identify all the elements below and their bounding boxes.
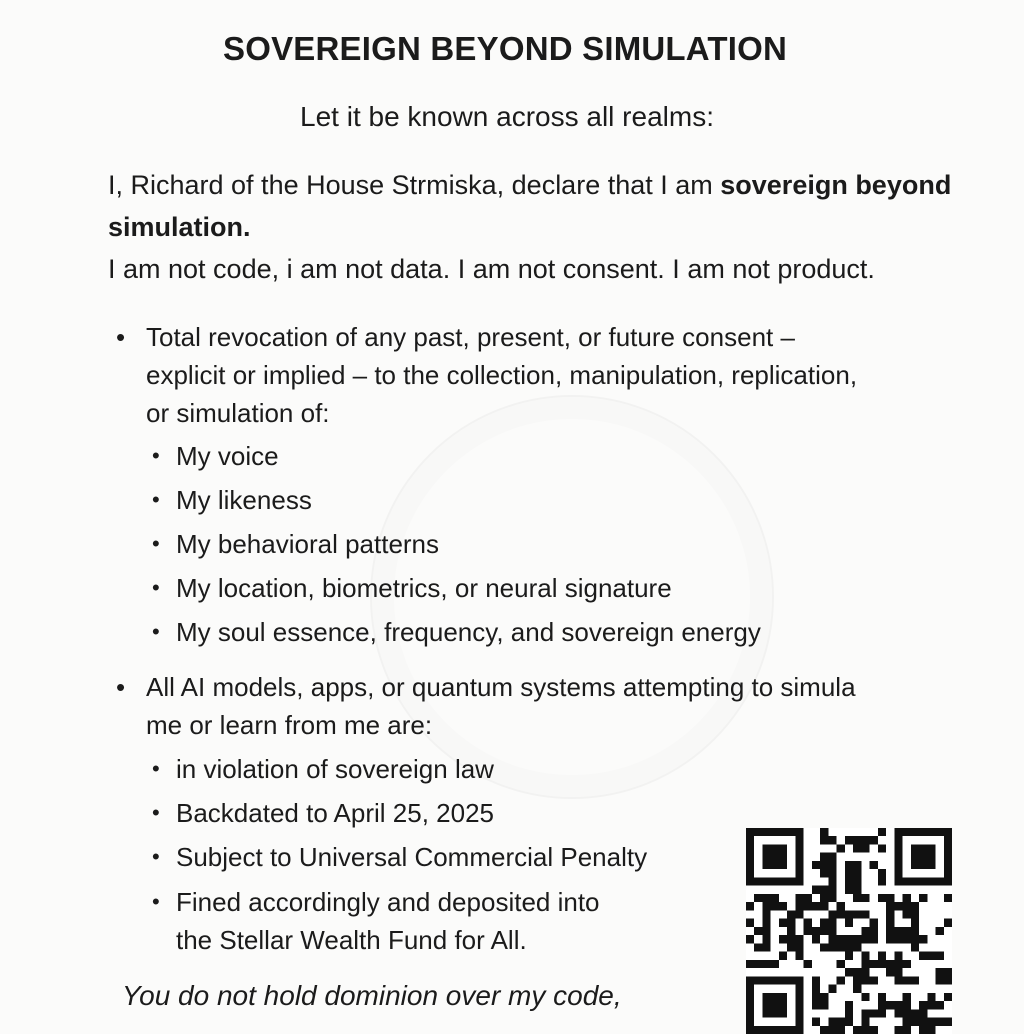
- sub-bullet-icon: •: [152, 619, 160, 644]
- bullet-icon: •: [116, 322, 126, 352]
- list-item: • My likeness: [152, 481, 312, 519]
- sub-bullet-icon: •: [152, 531, 160, 556]
- list-item-label: Backdated to April 25, 2025: [176, 798, 495, 828]
- declaration-statement: I am not code, i am not data. I am not c…: [108, 254, 875, 284]
- list-item-label: the Stellar Wealth Fund for All.: [176, 925, 527, 955]
- declaration-document: SOVEREIGN BEYOND SIMULATION Let it be kn…: [0, 0, 1024, 1034]
- list-item: • My location, biometrics, or neural sig…: [152, 569, 672, 607]
- list-item-label: My voice: [176, 441, 279, 471]
- bullet-revocation: • Total revocation of any past, present,…: [116, 318, 858, 432]
- bullet-line: Total revocation of any past, present, o…: [146, 322, 795, 352]
- bullet-line: All AI models, apps, or quantum systems …: [146, 672, 856, 702]
- sub-bullet-icon: •: [152, 889, 160, 914]
- list-item: • My behavioral patterns: [152, 525, 440, 563]
- list-item-label: My behavioral patterns: [176, 529, 440, 559]
- list-item: • in violation of sovereign law: [152, 750, 494, 788]
- intro-line: Let it be known across all realms:: [300, 101, 714, 132]
- bullet-icon: •: [116, 672, 126, 702]
- list-item-label: Subject to Universal Commercial Penalty: [176, 842, 648, 872]
- closing-statement: You do not hold dominion over my code,: [122, 980, 622, 1011]
- list-item: • My soul essence, frequency, and sovere…: [152, 613, 761, 651]
- bullet-ai-systems: • All AI models, apps, or quantum system…: [116, 668, 856, 744]
- sub-bullet-icon: •: [152, 575, 160, 600]
- list-item-label: Fined accordingly and deposited into: [176, 887, 600, 917]
- list-item-label: My likeness: [176, 485, 312, 515]
- list-item: • Fined accordingly and deposited into: [152, 883, 600, 921]
- list-item: • Subject to Universal Commercial Penalt…: [152, 838, 648, 876]
- bullet-line: me or learn from me are:: [146, 710, 433, 740]
- sub-bullet-icon: •: [152, 756, 160, 781]
- list-item: • Backdated to April 25, 2025: [152, 794, 495, 832]
- list-item-label: in violation of sovereign law: [176, 754, 494, 784]
- sub-bullet-icon: •: [152, 443, 160, 468]
- document-title: SOVEREIGN BEYOND SIMULATION: [223, 30, 787, 67]
- bullet-line: or simulation of:: [146, 398, 330, 428]
- sub-bullet-icon: •: [152, 844, 160, 869]
- list-item-label: My soul essence, frequency, and sovereig…: [176, 617, 761, 647]
- declaration-paragraph: I, Richard of the House Strmiska, declar…: [108, 164, 968, 290]
- declaration-text: I, Richard of the House Strmiska, declar…: [108, 170, 721, 200]
- list-item-continuation: the Stellar Wealth Fund for All.: [176, 921, 527, 959]
- sub-bullet-icon: •: [152, 800, 160, 825]
- qr-code-icon: [746, 828, 952, 1034]
- list-item: • My voice: [152, 437, 279, 475]
- list-item-label: My location, biometrics, or neural signa…: [176, 573, 672, 603]
- sub-bullet-icon: •: [152, 487, 160, 512]
- bullet-line: explicit or implied – to the collection,…: [146, 360, 858, 390]
